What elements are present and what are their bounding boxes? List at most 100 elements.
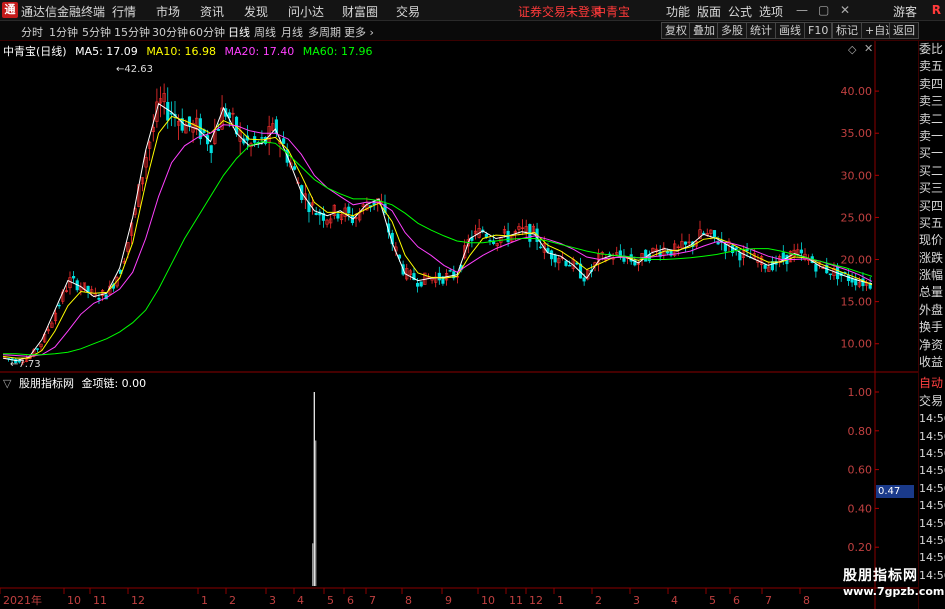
side-panel-item[interactable]: 14:56 [919, 410, 945, 427]
period-multi[interactable]: 多周期 [308, 24, 341, 40]
overlay-button[interactable]: 叠加 [689, 22, 719, 39]
candle-body [292, 166, 297, 170]
period-more[interactable]: 更多 › [344, 24, 374, 40]
candle-body [763, 264, 767, 269]
menu-ask[interactable]: 问小达 [288, 3, 324, 20]
x-tick-label: 6 [347, 594, 354, 607]
back-button[interactable]: 返回 [889, 22, 919, 39]
menu-news[interactable]: 资讯 [200, 3, 224, 20]
settings-icon[interactable]: ◇ [848, 43, 856, 56]
login-notice[interactable]: 证券交易未登录 [518, 3, 602, 20]
side-panel-item[interactable]: 自动 [919, 375, 945, 392]
guest-label[interactable]: 游客 [893, 3, 917, 20]
side-panel-item[interactable]: 换手 [919, 319, 945, 336]
side-panel-item[interactable]: 14:56 [919, 515, 945, 532]
draw-button[interactable]: 画线 [775, 22, 805, 39]
side-panel-item[interactable]: 买五 [919, 215, 945, 232]
side-panel-item[interactable]: 净资 [919, 337, 945, 354]
candle-body [568, 265, 572, 267]
candle-body [314, 212, 318, 215]
period-month[interactable]: 月线 [281, 24, 303, 40]
side-panel-item[interactable]: 14:56 [919, 497, 945, 514]
kline-chart[interactable]: 40.00 35.00 30.00 25.00 20.00 15.00 10.00 ←42.6… [0, 41, 918, 609]
candle-body [35, 348, 39, 350]
period-15min[interactable]: 15分钟 [114, 24, 150, 40]
candle-body [97, 297, 101, 300]
side-panel-item[interactable]: 现价 [919, 232, 945, 249]
menu-quotes[interactable]: 行情 [112, 3, 136, 20]
side-panel-item[interactable]: 涨幅 [919, 267, 945, 284]
f10-button[interactable]: F10 [804, 22, 833, 39]
side-panel-item[interactable]: 委比 [919, 41, 945, 58]
x-tick-label: 4 [671, 594, 678, 607]
x-tick-label: 10 [67, 594, 81, 607]
x-tick-label: 10 [481, 594, 495, 607]
candle-body [539, 246, 543, 249]
menu-wealth[interactable]: 财富圈 [342, 3, 378, 20]
side-panel-item[interactable]: 交易 [919, 393, 945, 410]
y-tick-label: 30.00 [841, 169, 873, 182]
side-panel-item[interactable]: 14:56 [919, 462, 945, 479]
candle-body [416, 282, 420, 287]
indicator-toggle-icon[interactable]: ▽ [3, 377, 11, 390]
title-bar: 通 通达信金融终端 行情 市场 资讯 发现 问小达 财富圈 交易 证券交易未登录… [0, 0, 945, 21]
menu-trade[interactable]: 交易 [396, 3, 420, 20]
period-tick[interactable]: 分时 [21, 24, 43, 40]
x-tick-label: 11 [509, 594, 523, 607]
side-panel-item[interactable]: 14:56 [919, 549, 945, 566]
mark-button[interactable]: 标记 [832, 22, 862, 39]
candle-body [216, 128, 221, 131]
quote-side-panel: 委比 卖五 卖四 卖三 卖二 卖一 买一 买二 买三 买四 买五 现价 涨跌 涨幅 总量 外盘 换手 净资 收益自动… [918, 41, 945, 609]
r-badge[interactable]: R [932, 3, 941, 17]
candle-body [282, 138, 286, 144]
side-panel-item[interactable]: 14:56 [919, 567, 945, 584]
side-panel-item[interactable]: 外盘 [919, 302, 945, 319]
indicator-name: 股朋指标网 [18, 377, 74, 390]
side-panel-item[interactable]: 14:56 [919, 445, 945, 462]
side-panel-item[interactable]: 总量 [919, 284, 945, 301]
side-panel-item[interactable]: 涨跌 [919, 250, 945, 267]
period-60min[interactable]: 60分钟 [189, 24, 225, 40]
menu-discover[interactable]: 发现 [244, 3, 268, 20]
candle-body [683, 241, 688, 245]
close-panel-icon[interactable]: ✕ [864, 42, 873, 55]
side-panel-item[interactable]: 买三 [919, 180, 945, 197]
x-tick-label: 12 [529, 594, 543, 607]
menu-layout[interactable]: 版面 [697, 3, 721, 20]
minimize-icon[interactable]: — [796, 3, 808, 17]
side-panel-item[interactable]: 买二 [919, 163, 945, 180]
side-panel-item[interactable]: 卖一 [919, 128, 945, 145]
menu-options[interactable]: 选项 [759, 3, 783, 20]
side-panel-item[interactable]: 买四 [919, 198, 945, 215]
menu-market[interactable]: 市场 [156, 3, 180, 20]
period-1min[interactable]: 1分钟 [49, 24, 78, 40]
adjust-button[interactable]: 复权 [661, 22, 691, 39]
side-panel-item[interactable]: 卖二 [919, 111, 945, 128]
side-panel-item[interactable]: 卖四 [919, 76, 945, 93]
side-panel-item[interactable]: 收益 [919, 354, 945, 371]
stats-button[interactable]: 统计 [746, 22, 776, 39]
ma10-label: MA10: 16.98 [146, 45, 217, 58]
side-panel-item[interactable]: 卖五 [919, 58, 945, 75]
multi-stock-button[interactable]: 多股 [717, 22, 747, 39]
period-day[interactable]: 日线 [228, 24, 250, 40]
close-icon[interactable]: ✕ [840, 3, 850, 17]
side-panel-item[interactable]: 14:56 [919, 480, 945, 497]
x-tick-label: 7 [765, 594, 772, 607]
side-panel-item[interactable]: 14:56 [919, 428, 945, 445]
candle-body [850, 278, 854, 283]
period-30min[interactable]: 30分钟 [152, 24, 188, 40]
x-tick-label: 8 [803, 594, 810, 607]
menu-function[interactable]: 功能 [666, 3, 690, 20]
x-tick-label: 2 [229, 594, 236, 607]
period-week[interactable]: 周线 [254, 24, 276, 40]
side-panel-item[interactable]: 14:56 [919, 532, 945, 549]
candle-body [564, 260, 568, 266]
restore-icon[interactable]: ▢ [818, 3, 829, 17]
side-panel-item[interactable]: 买一 [919, 145, 945, 162]
x-tick-label: 2021年 [3, 593, 42, 607]
candle-body [846, 275, 851, 282]
side-panel-item[interactable]: 卖三 [919, 93, 945, 110]
period-5min[interactable]: 5分钟 [82, 24, 111, 40]
menu-formula[interactable]: 公式 [728, 3, 752, 20]
